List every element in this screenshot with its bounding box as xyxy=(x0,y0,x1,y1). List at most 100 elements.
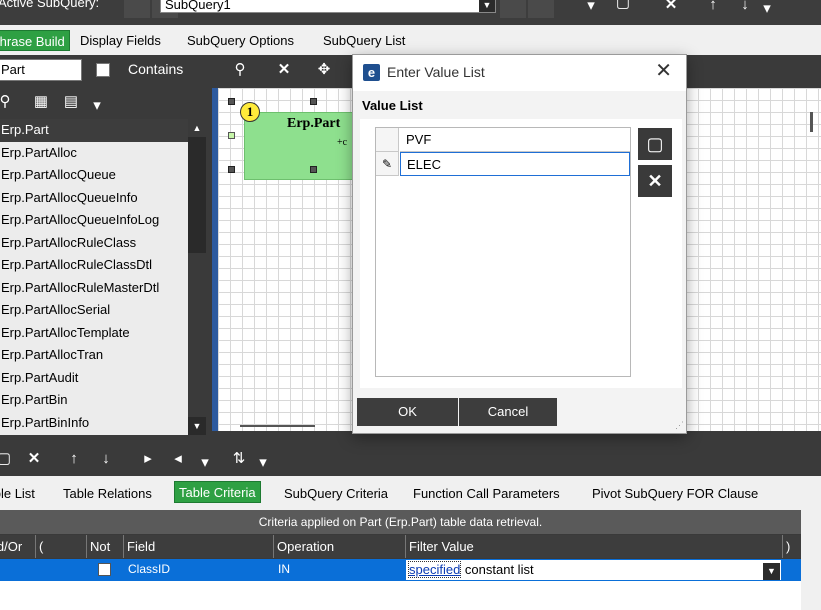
value-cell[interactable]: PVF xyxy=(400,128,630,152)
ok-button[interactable]: OK xyxy=(357,398,458,426)
value-list-label: Value List xyxy=(362,98,423,113)
value-cell-editing[interactable]: ELEC xyxy=(400,152,630,176)
field-cell[interactable]: ClassID xyxy=(124,559,274,581)
new-subquery-icon[interactable]: ▢ xyxy=(612,0,634,12)
more-options-icon[interactable]: ▾ xyxy=(760,0,774,18)
more-options-icon[interactable]: ▾ xyxy=(258,454,268,472)
table-browser-panel: Part Contains ⚲ ▦ ▤ ▾ Erp.Part Erp.PartAl… xyxy=(0,55,212,436)
list-item[interactable]: Erp.PartAudit xyxy=(0,367,205,390)
tab-display-fields[interactable]: Display Fields xyxy=(80,30,161,51)
column-header-operation[interactable]: Operation xyxy=(274,535,406,558)
resize-handle[interactable] xyxy=(310,98,317,105)
layout-icon[interactable]: ✥ xyxy=(314,61,334,79)
list-item[interactable]: Erp.PartAllocTran xyxy=(0,344,205,367)
diagram-horizontal-scrollbar[interactable] xyxy=(240,425,315,427)
column-header-not[interactable]: Not xyxy=(87,535,124,558)
indent-left-icon[interactable]: ◂ xyxy=(168,450,188,468)
tab-subquery-criteria[interactable]: SubQuery Criteria xyxy=(284,485,388,507)
column-header-open-paren[interactable]: ( xyxy=(36,535,87,558)
indent-right-icon[interactable]: ▸ xyxy=(138,450,158,468)
list-item[interactable]: Erp.PartAllocRuleClassDtl xyxy=(0,254,205,277)
list-item[interactable]: Erp.PartAllocTemplate xyxy=(0,322,205,345)
delete-icon[interactable]: ✕ xyxy=(24,450,44,468)
tab-subquery-options[interactable]: SubQuery Options xyxy=(187,30,294,51)
resize-handle[interactable] xyxy=(228,166,235,173)
list-item[interactable]: Erp.Part xyxy=(0,119,205,142)
calculator-icon[interactable]: ▤ xyxy=(62,93,80,111)
main-tabs: Phrase Build Display Fields SubQuery Opt… xyxy=(0,25,821,55)
list-item[interactable]: PVF xyxy=(376,128,630,152)
next-subquery-button[interactable] xyxy=(500,0,526,18)
grid-icon[interactable]: ▦ xyxy=(32,93,50,111)
list-item[interactable]: Erp.PartAllocQueue xyxy=(0,164,205,187)
chevron-down-icon[interactable]: ▼ xyxy=(479,0,495,12)
subquery-select[interactable]: SubQuery1 ▼ xyxy=(160,0,496,13)
table-filter-input[interactable]: Part xyxy=(0,59,82,81)
tab-subquery-list[interactable]: SubQuery List xyxy=(323,30,405,51)
tab-pivot-subquery-for-clause[interactable]: Pivot SubQuery FOR Clause xyxy=(592,485,758,507)
tab-function-call-parameters[interactable]: Function Call Parameters xyxy=(413,485,560,507)
list-item[interactable]: Erp.PartAllocRuleMasterDtl xyxy=(0,277,205,300)
column-header-field[interactable]: Field xyxy=(124,535,274,558)
delete-subquery-icon[interactable]: ✕ xyxy=(660,0,682,14)
list-item[interactable]: Erp.PartAllocSerial xyxy=(0,299,205,322)
list-item[interactable]: Erp.PartAllocRuleClass xyxy=(0,232,205,255)
delete-icon[interactable]: ✕ xyxy=(274,61,294,79)
criteria-grid-scrollbar[interactable] xyxy=(801,510,821,610)
column-header-filter-value[interactable]: Filter Value xyxy=(406,535,783,558)
close-icon[interactable]: ✕ xyxy=(655,61,672,81)
list-item[interactable]: ✎ ELEC xyxy=(376,152,630,176)
scroll-thumb[interactable] xyxy=(188,137,206,253)
move-down-icon[interactable]: ↓ xyxy=(734,0,756,14)
resize-grip-icon[interactable]: ⋰ xyxy=(675,420,684,431)
contains-checkbox[interactable] xyxy=(96,63,110,77)
move-down-icon[interactable]: ↓ xyxy=(96,450,116,468)
resize-handle[interactable] xyxy=(310,166,317,173)
criteria-tabs: Table List Table Relations Table Criteri… xyxy=(0,476,821,510)
table-list: Erp.Part Erp.PartAlloc Erp.PartAllocQueue E… xyxy=(0,119,205,435)
specified-link[interactable]: specified xyxy=(408,561,462,578)
not-checkbox[interactable] xyxy=(98,563,111,576)
move-up-icon[interactable]: ↑ xyxy=(702,0,724,14)
tab-table-criteria[interactable]: Table Criteria xyxy=(174,481,261,503)
chevron-down-icon[interactable]: ▼ xyxy=(763,563,780,580)
resize-handle[interactable] xyxy=(228,98,235,105)
list-item[interactable]: Erp.PartBinInfo xyxy=(0,412,205,435)
link-icon[interactable]: ⚲ xyxy=(230,61,250,79)
tab-table-list[interactable]: Table List xyxy=(0,485,35,507)
diagram-vertical-scrollbar[interactable] xyxy=(810,112,813,132)
sort-icon[interactable]: ⇅ xyxy=(228,450,250,468)
table-box-subtitle: +c xyxy=(337,137,348,148)
scroll-down-icon[interactable]: ▼ xyxy=(188,417,206,435)
list-item[interactable]: Erp.PartAllocQueueInfoLog xyxy=(0,209,205,232)
list-item[interactable]: Erp.PartBin xyxy=(0,389,205,412)
more-options-icon[interactable]: ▾ xyxy=(92,97,102,115)
resize-handle[interactable] xyxy=(228,132,235,139)
more-options-icon[interactable]: ▾ xyxy=(200,454,210,472)
table-row[interactable]: ClassID IN specified constant list xyxy=(0,559,801,581)
tab-phrase-build[interactable]: Phrase Build xyxy=(0,30,70,51)
column-header-and-or[interactable]: And/Or xyxy=(0,535,36,558)
scroll-up-icon[interactable]: ▲ xyxy=(188,119,206,137)
table-list-scrollbar[interactable]: ▲ ▼ xyxy=(188,119,206,435)
link-icon[interactable]: ⚲ xyxy=(0,93,14,111)
operation-cell[interactable]: IN xyxy=(274,559,406,581)
delete-value-button[interactable]: ✕ xyxy=(638,165,672,197)
new-icon[interactable]: ▢ xyxy=(0,450,12,468)
row-selector[interactable] xyxy=(376,128,399,152)
move-up-icon[interactable]: ↑ xyxy=(64,450,84,468)
table-filter-value: Part xyxy=(1,62,25,77)
edit-pencil-icon[interactable]: ✎ xyxy=(376,152,399,176)
dropdown-icon[interactable]: ▾ xyxy=(584,0,598,15)
cancel-button[interactable]: Cancel xyxy=(459,398,557,426)
dialog-titlebar[interactable]: e Enter Value List ✕ xyxy=(353,55,686,91)
value-list-grid[interactable]: PVF ✎ ELEC xyxy=(375,127,631,377)
list-item[interactable]: Erp.PartAlloc xyxy=(0,142,205,165)
tab-table-relations[interactable]: Table Relations xyxy=(63,485,152,507)
column-header-close-paren[interactable]: ) xyxy=(783,535,801,558)
first-subquery-button[interactable] xyxy=(124,0,150,18)
add-value-button[interactable]: ▢ xyxy=(638,128,672,160)
filter-value-cell[interactable]: specified constant list xyxy=(406,560,781,580)
last-subquery-button[interactable] xyxy=(528,0,554,18)
list-item[interactable]: Erp.PartAllocQueueInfo xyxy=(0,187,205,210)
